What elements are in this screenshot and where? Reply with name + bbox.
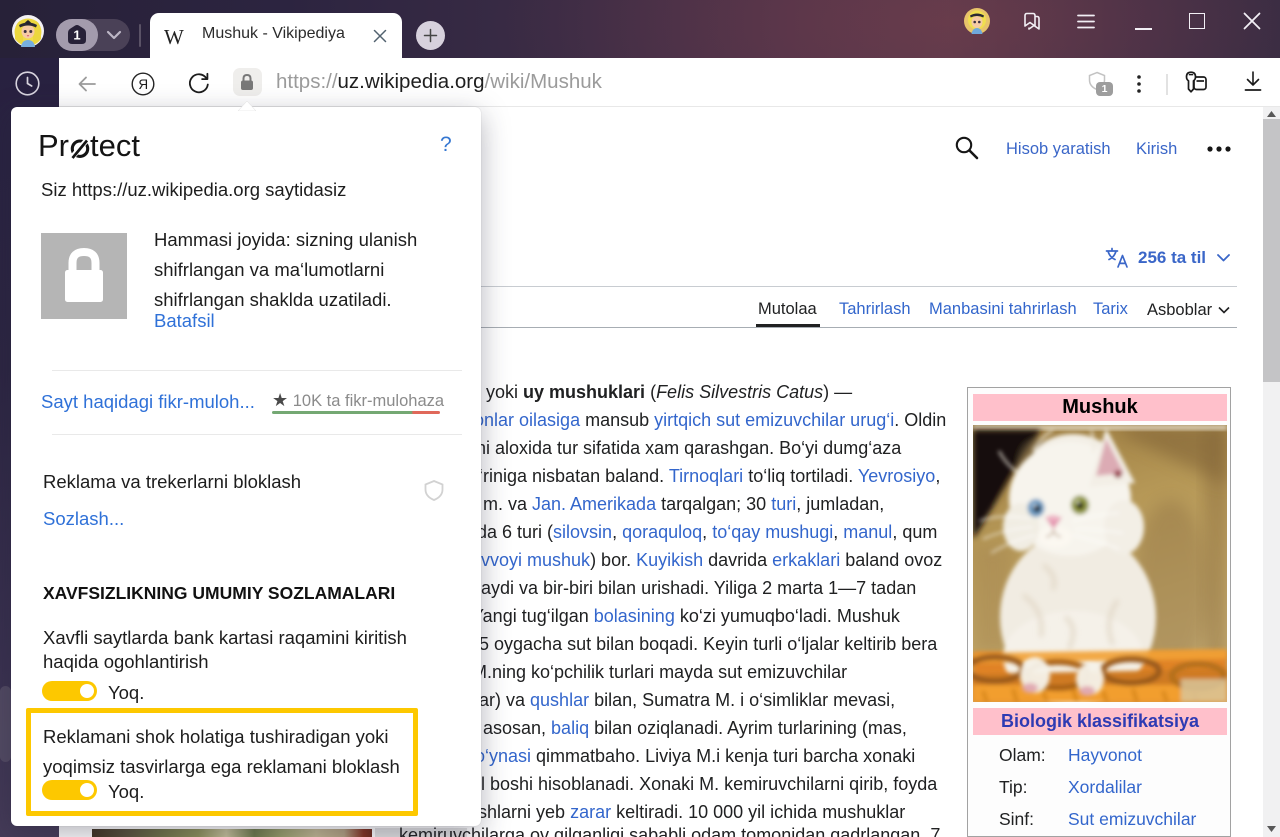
svg-text:Я: Я — [138, 77, 148, 92]
svg-text:1: 1 — [73, 28, 80, 43]
